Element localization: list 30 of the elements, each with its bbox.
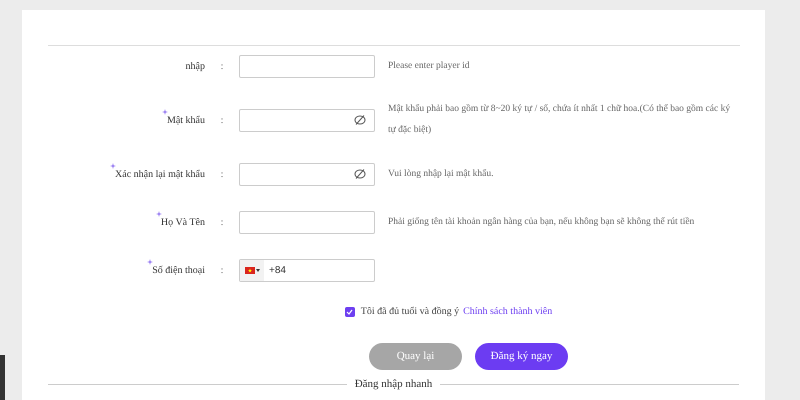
- label-colon: :: [220, 264, 224, 278]
- field-hint: Phải giống tên tài khoản ngân hàng của bạn, nếu không bạn sẽ không thể rút tiền: [388, 216, 696, 228]
- field-label: Số điện thoại: [152, 262, 205, 278]
- password-field[interactable]: [239, 108, 375, 132]
- phone-field[interactable]: +84: [239, 258, 375, 282]
- eye-slash-icon[interactable]: [354, 168, 366, 180]
- password-field[interactable]: [239, 162, 375, 186]
- side-panel-edge: [0, 355, 5, 400]
- register-button[interactable]: Đăng ký ngay: [475, 343, 568, 370]
- flag-icon: [244, 266, 254, 274]
- quick-login-heading: Đăng nhập nhanh: [354, 377, 434, 392]
- country-flag-dropdown[interactable]: [240, 260, 264, 280]
- field-label: Mật khẩu: [166, 112, 205, 128]
- agree-checkbox[interactable]: [344, 306, 355, 316]
- caret-icon: [256, 268, 260, 272]
- field-label: nhập: [186, 60, 205, 74]
- label-colon: :: [220, 216, 224, 230]
- field-hint: Mật khẩu phải bao gồm từ 8~20 ký tự / số, chứa ít nhất 1 chữ hoa.(Có thể bao gồm các ký tự đặc biệt): [388, 103, 732, 137]
- field-label: Xác nhận lại mật khẩu: [115, 166, 205, 182]
- member-policy-link[interactable]: Chính sách thành viên: [463, 304, 552, 319]
- field-hint: Please enter player id: [388, 60, 471, 72]
- field-label: Họ Và Tên: [160, 214, 205, 230]
- label-colon: :: [220, 114, 224, 128]
- label-colon: :: [220, 168, 224, 182]
- eye-slash-icon[interactable]: [354, 114, 366, 126]
- field-hint: Vui lòng nhập lại mật khẩu.: [388, 168, 494, 180]
- agree-text: Tôi đã đủ tuổi và đồng ý: [360, 305, 460, 319]
- text-field[interactable]: [239, 210, 375, 234]
- text-field[interactable]: [239, 54, 375, 78]
- label-colon: :: [220, 60, 224, 74]
